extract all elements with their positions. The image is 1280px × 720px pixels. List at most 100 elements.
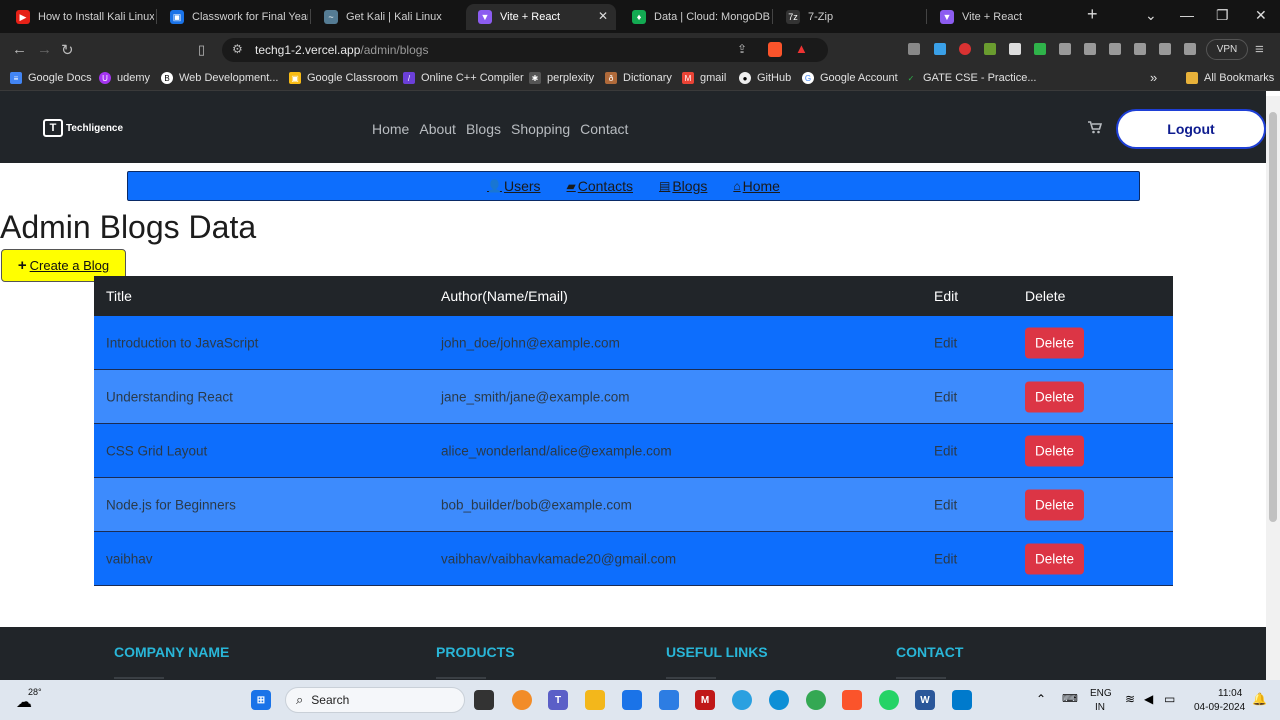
admin-nav-users[interactable]: 👤 Users (487, 178, 541, 194)
react-devtools-icon[interactable] (934, 43, 946, 55)
wallet-icon[interactable] (1159, 43, 1171, 55)
dictionary-icon: ð (605, 72, 617, 84)
tab-search-chevron-icon[interactable]: ⌄ (1145, 7, 1157, 24)
brave-rewards-icon[interactable]: ▲ (795, 41, 808, 56)
teams-icon[interactable]: T (548, 690, 568, 710)
brave-shields-icon[interactable] (768, 42, 782, 57)
copilot-icon[interactable] (512, 690, 532, 710)
forward-icon[interactable]: → (37, 41, 52, 58)
nav-shopping[interactable]: Shopping (511, 121, 570, 137)
battery-icon[interactable]: ▭ (1164, 692, 1175, 706)
bookmark-udemy[interactable]: Uudemy (99, 72, 150, 84)
language-code[interactable]: ENG (1090, 688, 1112, 699)
tab-get-kali[interactable]: ~ Get Kali | Kali Linux (312, 4, 462, 30)
tab-vite-react-2[interactable]: ▼ Vite + React (928, 4, 1078, 30)
delete-button[interactable]: Delete (1025, 543, 1085, 574)
notification-bell-icon[interactable]: 🔔 (1252, 692, 1267, 706)
minimize-icon[interactable]: — (1180, 7, 1194, 23)
vscode-icon[interactable] (952, 690, 972, 710)
bookmark-perplexity[interactable]: ✱ perplexity (529, 72, 594, 84)
tab-7zip[interactable]: 7z 7-Zip (774, 4, 924, 30)
more-bookmarks-icon[interactable]: » (1150, 70, 1157, 85)
mcafee-icon[interactable]: M (695, 690, 715, 710)
bookmark-cpp-compiler[interactable]: / Online C++ Compiler (403, 72, 524, 84)
tab-kali-install[interactable]: ▶ How to Install Kali Linux (4, 4, 154, 30)
delete-button[interactable]: Delete (1025, 327, 1085, 358)
url-text: techg1-2.vercel.app/admin/blogs (255, 43, 429, 57)
extension-icon[interactable] (908, 43, 920, 55)
nav-blogs[interactable]: Blogs (466, 121, 501, 137)
share-icon[interactable]: ⇪ (737, 42, 747, 56)
bookmark-github[interactable]: ● GitHub (739, 72, 791, 84)
volume-icon[interactable]: ◀ (1144, 692, 1153, 706)
color-picker-icon[interactable] (1009, 43, 1021, 55)
nav-home[interactable]: Home (372, 121, 409, 137)
site-logo[interactable]: T Techligence (43, 119, 123, 137)
url-field[interactable]: ⚙ techg1-2.vercel.app/admin/blogs ⇪ ▲ (222, 38, 828, 62)
brave-icon[interactable] (842, 690, 862, 710)
bookmark-google-docs[interactable]: ≡ Google Docs (10, 72, 92, 84)
new-tab-button[interactable]: + (1087, 4, 1098, 25)
admin-nav-home[interactable]: ⌂ Home (733, 178, 780, 194)
record-extension-icon[interactable] (959, 43, 971, 55)
edit-link[interactable]: Edit (934, 497, 957, 512)
wifi-icon[interactable]: ≋ (1125, 692, 1135, 706)
reload-icon[interactable]: ↻ (61, 41, 74, 59)
clock-time[interactable]: 11:04 (1218, 688, 1242, 699)
chrome-icon[interactable] (806, 690, 826, 710)
bookmark-google-account[interactable]: G Google Account (802, 72, 898, 84)
nav-contact[interactable]: Contact (580, 121, 628, 137)
edge-beta-icon[interactable] (732, 690, 752, 710)
tab-vite-react-active[interactable]: ▼ Vite + React ✕ (466, 4, 616, 30)
delete-button[interactable]: Delete (1025, 435, 1085, 466)
tree-extension-icon[interactable] (984, 43, 996, 55)
bookmark-google-classroom[interactable]: ▣ Google Classroom (289, 72, 398, 84)
mywifi-icon[interactable] (659, 690, 679, 710)
edit-link[interactable]: Edit (934, 443, 957, 458)
bookmark-icon[interactable]: ▯ (198, 42, 205, 58)
download-icon[interactable] (1109, 43, 1121, 55)
admin-nav-blogs[interactable]: ▤ Blogs (659, 178, 707, 194)
edge-icon[interactable] (769, 690, 789, 710)
close-window-icon[interactable]: ✕ (1255, 7, 1267, 24)
puzzle-icon[interactable] (1059, 43, 1071, 55)
task-view-icon[interactable] (474, 690, 494, 710)
tray-chevron-icon[interactable]: ⌃ (1036, 692, 1046, 706)
store-icon[interactable] (622, 690, 642, 710)
delete-button[interactable]: Delete (1025, 489, 1085, 520)
tab-mongodb[interactable]: ♦ Data | Cloud: MongoDB C (620, 4, 770, 30)
back-icon[interactable]: ← (12, 41, 27, 58)
music-icon[interactable] (1084, 43, 1096, 55)
windows-start-icon[interactable]: ⊞ (251, 690, 271, 710)
bookmark-dictionary[interactable]: ð Dictionary (605, 72, 672, 84)
nav-about[interactable]: About (419, 121, 456, 137)
whatsapp-icon[interactable] (879, 690, 899, 710)
bookmark-gmail[interactable]: Mgmail (682, 72, 726, 84)
leo-ai-icon[interactable] (1184, 43, 1196, 55)
edit-link[interactable]: Edit (934, 389, 957, 404)
bookmark-gate-cse[interactable]: ✓ GATE CSE - Practice... (905, 72, 1037, 84)
keyboard-icon[interactable]: ⌨ (1062, 692, 1078, 705)
admin-nav-contacts[interactable]: ▰ Contacts (567, 178, 633, 194)
web-dev-icon: B (161, 72, 173, 84)
page-scrollbar[interactable] (1266, 96, 1280, 680)
scroll-thumb[interactable] (1269, 112, 1277, 522)
sidebar-icon[interactable] (1134, 43, 1146, 55)
menu-icon[interactable]: ≡ (1255, 41, 1264, 58)
tab-classwork[interactable]: ▣ Classwork for Final Year C (158, 4, 308, 30)
bookmark-web-development[interactable]: B Web Development... (161, 72, 278, 84)
file-explorer-icon[interactable] (585, 690, 605, 710)
taskbar-search[interactable]: ⌕ Search (285, 687, 465, 713)
logout-button[interactable]: Logout (1116, 109, 1266, 149)
edit-link[interactable]: Edit (934, 551, 957, 566)
word-icon[interactable]: W (915, 690, 935, 710)
vpn-button[interactable]: VPN (1206, 39, 1248, 60)
close-tab-icon[interactable]: ✕ (598, 9, 608, 23)
lock-extension-icon[interactable] (1034, 43, 1046, 55)
site-settings-icon[interactable]: ⚙ (232, 42, 243, 56)
edit-link[interactable]: Edit (934, 335, 957, 350)
all-bookmarks-folder[interactable]: All Bookmarks (1186, 72, 1274, 84)
maximize-icon[interactable]: ❐ (1216, 7, 1229, 24)
delete-button[interactable]: Delete (1025, 381, 1085, 412)
cart-icon[interactable] (1088, 121, 1103, 137)
